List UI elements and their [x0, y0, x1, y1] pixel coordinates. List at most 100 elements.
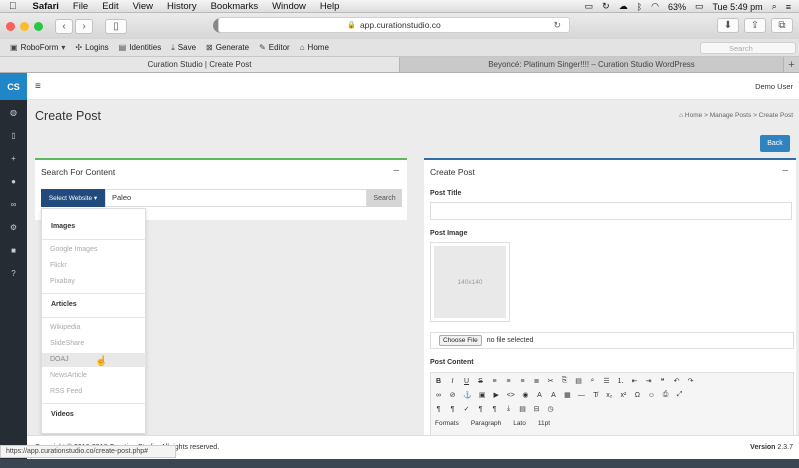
- battery-icon[interactable]: ▭: [695, 1, 704, 12]
- bookmark-editor[interactable]: ✎ Editor: [259, 43, 290, 52]
- emoticon-icon[interactable]: ☺: [648, 392, 655, 399]
- template-icon[interactable]: ▤: [519, 405, 526, 413]
- apple-icon[interactable]: : [9, 1, 17, 12]
- pagebreak-icon[interactable]: ⊟: [533, 405, 540, 413]
- menu-app-name[interactable]: Safari: [33, 1, 59, 12]
- screen-icon[interactable]: ▭: [585, 1, 594, 12]
- menu-view[interactable]: View: [133, 1, 153, 12]
- minimize-window-button[interactable]: [20, 21, 29, 31]
- new-tab-button[interactable]: +: [784, 57, 799, 72]
- align-justify-icon[interactable]: ≣: [533, 377, 540, 385]
- numbered-list-icon[interactable]: ⒈: [617, 376, 624, 386]
- forward-nav-button[interactable]: ›: [75, 18, 93, 34]
- reload-icon[interactable]: ↻: [553, 20, 561, 31]
- help-icon[interactable]: ?: [0, 269, 27, 278]
- back-button[interactable]: Back: [760, 135, 790, 152]
- bookmark-home[interactable]: ⌂ Home: [300, 43, 329, 52]
- special-char-icon[interactable]: Ω: [634, 392, 641, 399]
- tab-beyonce-post[interactable]: Beyoncé: Platinum Singer!!!! – Curation …: [400, 57, 784, 72]
- bookmarks-search-input[interactable]: Search: [700, 42, 796, 54]
- superscript-icon[interactable]: x²: [620, 392, 627, 399]
- menu-window[interactable]: Window: [272, 1, 306, 12]
- post-title-input[interactable]: [430, 202, 792, 220]
- tab-create-post[interactable]: Curation Studio | Create Post: [0, 57, 400, 72]
- visual-chars-icon[interactable]: ¶: [491, 406, 498, 413]
- dropdown-item-wikipedia[interactable]: Wikipedia: [42, 321, 146, 335]
- bookmark-roboform[interactable]: ▣ RoboForm ▾: [10, 43, 65, 52]
- print-icon[interactable]: ⎙: [662, 391, 669, 399]
- menu-history[interactable]: History: [167, 1, 197, 12]
- undo-icon[interactable]: ↶: [673, 377, 680, 385]
- bookmark-logins[interactable]: ✣ Logins: [75, 43, 108, 52]
- tabs-overview-button[interactable]: ⧉: [771, 18, 793, 33]
- align-left-icon[interactable]: ≡: [491, 378, 498, 385]
- menu-bookmarks[interactable]: Bookmarks: [211, 1, 259, 12]
- bookmark-identities[interactable]: ▤ Identities: [119, 43, 162, 52]
- zoom-window-button[interactable]: [34, 21, 43, 31]
- fullscreen-icon[interactable]: ⤢: [676, 391, 683, 399]
- preview-icon[interactable]: ◉: [522, 391, 529, 399]
- bookmark-save[interactable]: ⤓ Save: [171, 43, 196, 53]
- cloud-icon[interactable]: ☁: [619, 1, 628, 12]
- downloads-button[interactable]: ⬇: [717, 18, 739, 33]
- menu-help[interactable]: Help: [320, 1, 340, 12]
- outdent-icon[interactable]: ⇤: [631, 377, 638, 385]
- find-icon[interactable]: ⌕: [589, 377, 596, 385]
- address-bar[interactable]: 🔒 app.curationstudio.co ↻: [218, 17, 570, 33]
- dropdown-item-newsarticle[interactable]: NewsArticle: [42, 369, 146, 383]
- menu-file[interactable]: File: [73, 1, 88, 12]
- subscript-icon[interactable]: x₂: [606, 392, 613, 399]
- share-button[interactable]: ⇪: [744, 18, 766, 33]
- paragraph-mark-icon[interactable]: ¶: [477, 406, 484, 413]
- wifi-icon[interactable]: ◠: [651, 1, 659, 12]
- formats-dropdown[interactable]: Formats: [435, 420, 459, 427]
- image-icon[interactable]: ▣: [479, 391, 486, 399]
- font-dropdown[interactable]: Lato: [513, 420, 526, 427]
- blockquote-icon[interactable]: ❝: [659, 377, 666, 385]
- copy-icon[interactable]: ⎘: [561, 377, 568, 385]
- history-icon[interactable]: ◷: [547, 405, 554, 413]
- dropdown-item-rss-feed[interactable]: RSS Feed: [42, 385, 146, 399]
- media-icon[interactable]: ▶: [493, 391, 500, 399]
- bullet-list-icon[interactable]: ☰: [603, 377, 610, 385]
- breadcrumb-manage-posts[interactable]: Manage Posts: [710, 112, 752, 119]
- bluetooth-icon[interactable]: ᛒ: [637, 2, 642, 12]
- redo-icon[interactable]: ↷: [687, 377, 694, 385]
- dropdown-item-slideshare[interactable]: SlideShare: [42, 337, 146, 351]
- choose-file-button[interactable]: Choose File: [439, 335, 482, 346]
- user-icon[interactable]: ●: [0, 177, 27, 186]
- unlink-icon[interactable]: ⊘: [449, 391, 456, 399]
- align-center-icon[interactable]: ≡: [505, 378, 512, 385]
- underline-icon[interactable]: U: [463, 378, 470, 385]
- background-color-icon[interactable]: A: [550, 392, 557, 399]
- video-icon[interactable]: ■: [0, 246, 27, 255]
- search-input[interactable]: Paleo: [105, 189, 367, 207]
- select-website-button[interactable]: Select Website ▾: [41, 189, 105, 207]
- text-color-icon[interactable]: A: [536, 392, 543, 399]
- search-button[interactable]: Search: [367, 189, 402, 207]
- paste-icon[interactable]: ▤: [575, 377, 582, 385]
- app-logo[interactable]: CS: [0, 73, 27, 100]
- sidebar-toggle-button[interactable]: ▯: [105, 18, 127, 34]
- indent-icon[interactable]: ⇥: [645, 377, 652, 385]
- sync-icon[interactable]: ↻: [602, 1, 610, 12]
- gear-icon[interactable]: ⚙: [0, 223, 27, 232]
- align-right-icon[interactable]: ≡: [519, 378, 526, 385]
- document-icon[interactable]: ▯: [0, 131, 27, 140]
- spellcheck-icon[interactable]: ✓: [463, 405, 470, 413]
- horizontal-rule-icon[interactable]: —: [578, 392, 585, 399]
- paragraph-dropdown[interactable]: Paragraph: [471, 420, 501, 427]
- menubar-time[interactable]: Tue 5:49 pm: [712, 2, 762, 12]
- rtl-icon[interactable]: ¶: [449, 406, 456, 413]
- cut-icon[interactable]: ✂: [547, 377, 554, 385]
- minimize-icon[interactable]: –: [393, 165, 399, 176]
- clear-format-icon[interactable]: T̸: [592, 392, 599, 399]
- link-icon[interactable]: ∞: [435, 392, 442, 399]
- breadcrumb-home[interactable]: Home: [685, 112, 702, 119]
- bookmark-generate[interactable]: ⊠ Generate: [206, 43, 249, 52]
- dropdown-item-pixabay[interactable]: Pixabay: [42, 275, 146, 289]
- font-size-dropdown[interactable]: 11pt: [538, 420, 550, 427]
- minimize-icon[interactable]: –: [782, 165, 788, 176]
- strikethrough-icon[interactable]: S: [477, 378, 484, 385]
- table-icon[interactable]: ▦: [564, 391, 571, 399]
